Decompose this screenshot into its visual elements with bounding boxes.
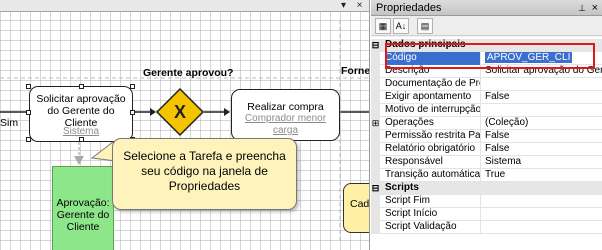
- row-gutter: [371, 52, 380, 65]
- property-value[interactable]: [483, 78, 602, 91]
- row-gutter: [371, 156, 380, 169]
- property-name: Transição automática: [385, 169, 481, 182]
- task-title: Cad: [350, 198, 370, 210]
- property-name: Script Fim: [385, 195, 481, 208]
- process-canvas[interactable]: ▾ × Sim Gerente aprovou? Forne Solicitar…: [0, 0, 370, 250]
- category-label: Scripts: [385, 182, 419, 193]
- property-value[interactable]: [483, 221, 602, 234]
- task-title: Realizar compra: [247, 101, 324, 113]
- task-cad[interactable]: Cad: [343, 183, 370, 233]
- approval-lane-task[interactable]: Aprovação: Gerente do Cliente: [52, 166, 114, 250]
- property-row-permissao[interactable]: Permissão restrita Papel False: [371, 130, 602, 143]
- lane-label-forne: Forne: [341, 65, 370, 77]
- properties-panel: Propriedades ⊥ × ▦ A↓ ▤ ⊟ Dados principa…: [371, 0, 602, 250]
- callout-text: Selecione a Tarefa e preencha seu código…: [123, 149, 286, 193]
- resize-handle[interactable]: [26, 110, 31, 115]
- property-name: Script Validação: [385, 221, 481, 234]
- property-row-motivo[interactable]: Motivo de interrupção d: [371, 104, 602, 117]
- row-gutter: [371, 130, 380, 143]
- property-row-responsavel[interactable]: Responsável Sistema: [371, 156, 602, 169]
- row-gutter: [371, 195, 380, 208]
- resize-handle[interactable]: [26, 137, 31, 142]
- panel-titlebar: Propriedades ⊥ ×: [371, 0, 602, 16]
- property-name: Script Início: [385, 208, 481, 221]
- row-gutter: [371, 143, 380, 156]
- property-value[interactable]: [483, 104, 602, 117]
- collapse-icon[interactable]: ⊟: [371, 39, 380, 52]
- row-gutter: [371, 169, 380, 182]
- property-name: Relatório obrigatório: [385, 143, 481, 156]
- row-gutter: [371, 65, 380, 78]
- property-name: Responsável: [385, 156, 481, 169]
- row-gutter: [371, 78, 380, 91]
- alphabetical-icon[interactable]: A↓: [393, 18, 409, 34]
- task-title: Solicitar aprovação do Gerente do Client…: [36, 93, 126, 129]
- properties-toolbar: ▦ A↓ ▤: [371, 16, 602, 36]
- property-name: Documentação de Proce: [385, 78, 481, 91]
- instruction-callout: Selecione a Tarefa e preencha seu código…: [112, 138, 297, 210]
- property-name: Motivo de interrupção d: [385, 104, 481, 117]
- property-value[interactable]: [483, 195, 602, 208]
- collapse-icon[interactable]: ⊟: [371, 182, 380, 195]
- task-realizar-compra[interactable]: Realizar compra Comprador menor carga: [231, 89, 340, 141]
- resize-handle[interactable]: [79, 84, 84, 89]
- row-gutter: [371, 221, 380, 234]
- property-pages-icon[interactable]: ▤: [417, 18, 433, 34]
- close-icon[interactable]: ×: [592, 0, 598, 16]
- property-row-exigir-apontamento[interactable]: Exigir apontamento False: [371, 91, 602, 104]
- arrowhead-icon: [224, 108, 230, 116]
- property-row-relatorio[interactable]: Relatório obrigatório False: [371, 143, 602, 156]
- property-row-operacoes[interactable]: ⊞ Operações (Coleção): [371, 117, 602, 130]
- panel-title: Propriedades: [376, 2, 442, 14]
- row-gutter: [371, 91, 380, 104]
- pin-icon[interactable]: ⊥: [578, 0, 586, 16]
- property-value[interactable]: [483, 208, 602, 221]
- gateway-question-label: Gerente aprovou?: [143, 67, 234, 79]
- property-value[interactable]: False: [483, 91, 602, 104]
- property-value[interactable]: False: [483, 143, 602, 156]
- property-name: Exigir apontamento: [385, 91, 481, 104]
- property-value[interactable]: Sistema: [483, 156, 602, 169]
- property-name: Permissão restrita Papel: [385, 130, 481, 143]
- flow-label-sim: Sim: [0, 117, 19, 129]
- approval-task-label: Aprovação: Gerente do Cliente: [56, 197, 110, 233]
- row-gutter: [371, 208, 380, 221]
- property-row-documentacao[interactable]: Documentação de Proce: [371, 78, 602, 91]
- category-scripts[interactable]: ⊟ Scripts: [371, 182, 602, 195]
- gateway-x-icon: X: [174, 102, 186, 122]
- task-responsible: Comprador menor carga: [244, 113, 327, 136]
- property-value[interactable]: (Coleção): [483, 117, 602, 130]
- categorized-icon[interactable]: ▦: [375, 18, 391, 34]
- property-value[interactable]: True: [483, 169, 602, 182]
- highlight-frame: [385, 43, 595, 69]
- exclusive-gateway[interactable]: X: [155, 87, 205, 137]
- row-gutter: [371, 104, 380, 117]
- resize-handle[interactable]: [130, 110, 135, 115]
- arrowhead-icon: [74, 156, 84, 165]
- property-row-script-validacao[interactable]: Script Validação: [371, 221, 602, 234]
- property-row-transicao[interactable]: Transição automática True: [371, 169, 602, 182]
- resize-handle[interactable]: [79, 137, 84, 142]
- property-row-script-fim[interactable]: Script Fim: [371, 195, 602, 208]
- expand-icon[interactable]: ⊞: [371, 117, 380, 130]
- resize-handle[interactable]: [26, 84, 31, 89]
- property-value[interactable]: False: [483, 130, 602, 143]
- resize-handle[interactable]: [130, 84, 135, 89]
- property-row-script-inicio[interactable]: Script Início: [371, 208, 602, 221]
- task-solicitar-aprovacao[interactable]: Solicitar aprovação do Gerente do Client…: [29, 86, 133, 142]
- property-name: Operações: [385, 117, 481, 130]
